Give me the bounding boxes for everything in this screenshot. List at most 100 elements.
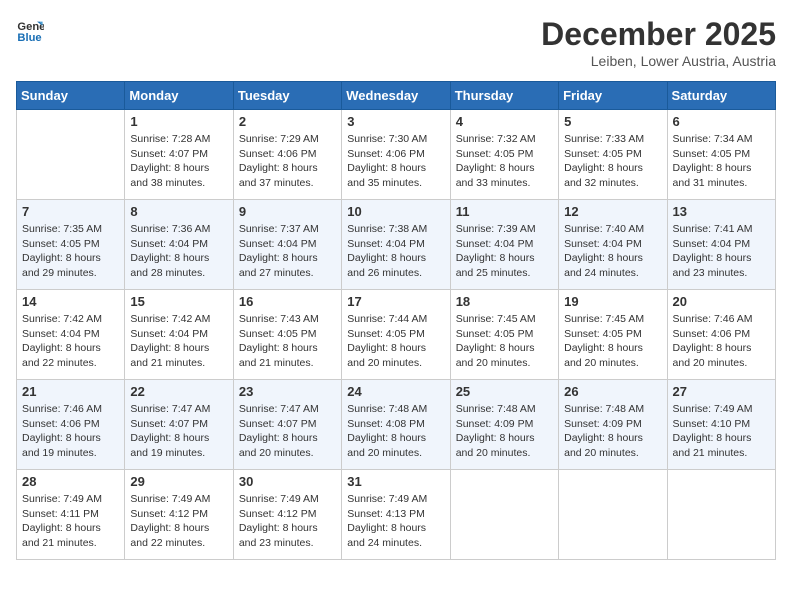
- day-number: 15: [130, 294, 227, 309]
- calendar-cell: 18Sunrise: 7:45 AMSunset: 4:05 PMDayligh…: [450, 290, 558, 380]
- day-info: Sunrise: 7:34 AMSunset: 4:05 PMDaylight:…: [673, 132, 770, 191]
- day-number: 24: [347, 384, 444, 399]
- page-header: General Blue December 2025 Leiben, Lower…: [16, 16, 776, 69]
- calendar-cell: [450, 470, 558, 560]
- day-info: Sunrise: 7:47 AMSunset: 4:07 PMDaylight:…: [239, 402, 336, 461]
- day-info: Sunrise: 7:42 AMSunset: 4:04 PMDaylight:…: [130, 312, 227, 371]
- day-info: Sunrise: 7:49 AMSunset: 4:13 PMDaylight:…: [347, 492, 444, 551]
- weekday-row: SundayMondayTuesdayWednesdayThursdayFrid…: [17, 82, 776, 110]
- day-number: 19: [564, 294, 661, 309]
- day-number: 2: [239, 114, 336, 129]
- day-info: Sunrise: 7:28 AMSunset: 4:07 PMDaylight:…: [130, 132, 227, 191]
- day-info: Sunrise: 7:49 AMSunset: 4:12 PMDaylight:…: [130, 492, 227, 551]
- weekday-header-friday: Friday: [559, 82, 667, 110]
- day-info: Sunrise: 7:32 AMSunset: 4:05 PMDaylight:…: [456, 132, 553, 191]
- weekday-header-wednesday: Wednesday: [342, 82, 450, 110]
- svg-text:Blue: Blue: [17, 32, 41, 44]
- calendar-cell: 15 Sunrise: 7:42 AMSunset: 4:04 PMDayligh…: [125, 290, 233, 380]
- calendar-cell: 21 Sunrise: 7:46 AMSunset: 4:06 PMDayligh…: [17, 380, 125, 470]
- day-info: Sunrise: 7:48 AMSunset: 4:09 PMDaylight:…: [456, 402, 553, 461]
- weekday-header-saturday: Saturday: [667, 82, 775, 110]
- day-number: 28: [22, 474, 119, 489]
- day-info: Sunrise: 7:40 AMSunset: 4:04 PMDaylight:…: [564, 222, 661, 281]
- day-number: 4: [456, 114, 553, 129]
- calendar-cell: [17, 110, 125, 200]
- day-number: 14: [22, 294, 119, 309]
- day-number: 3: [347, 114, 444, 129]
- day-number: 27: [673, 384, 770, 399]
- day-info: Sunrise: 7:36 AMSunset: 4:04 PMDaylight:…: [130, 222, 227, 281]
- day-info: Sunrise: 7:49 AMSunset: 4:12 PMDaylight:…: [239, 492, 336, 551]
- calendar-cell: [667, 470, 775, 560]
- day-number: 20: [673, 294, 770, 309]
- day-number: 6: [673, 114, 770, 129]
- day-number: 7: [22, 204, 119, 219]
- calendar-week-4: 28 Sunrise: 7:49 AMSunset: 4:11 PMDayligh…: [17, 470, 776, 560]
- day-info: Sunrise: 7:45 AMSunset: 4:05 PMDaylight:…: [456, 312, 553, 371]
- calendar-cell: 25 Sunrise: 7:48 AMSunset: 4:09 PMDayligh…: [450, 380, 558, 470]
- day-info: Sunrise: 7:39 AMSunset: 4:04 PMDaylight:…: [456, 222, 553, 281]
- day-number: 10: [347, 204, 444, 219]
- calendar-cell: 27 Sunrise: 7:49 AMSunset: 4:10 PMDayligh…: [667, 380, 775, 470]
- calendar-cell: 14 Sunrise: 7:42 AMSunset: 4:04 PMDayligh…: [17, 290, 125, 380]
- weekday-header-thursday: Thursday: [450, 82, 558, 110]
- day-info: Sunrise: 7:48 AMSunset: 4:08 PMDaylight:…: [347, 402, 444, 461]
- calendar-cell: 7Sunrise: 7:35 AMSunset: 4:05 PMDaylight…: [17, 200, 125, 290]
- month-title: December 2025: [541, 16, 776, 53]
- day-number: 21: [22, 384, 119, 399]
- day-info: Sunrise: 7:45 AMSunset: 4:05 PMDaylight:…: [564, 312, 661, 371]
- calendar-cell: 10 Sunrise: 7:38 AMSunset: 4:04 PMDayligh…: [342, 200, 450, 290]
- day-info: Sunrise: 7:49 AMSunset: 4:11 PMDaylight:…: [22, 492, 119, 551]
- weekday-header-sunday: Sunday: [17, 82, 125, 110]
- day-info: Sunrise: 7:43 AMSunset: 4:05 PMDaylight:…: [239, 312, 336, 371]
- calendar-cell: 26Sunrise: 7:48 AMSunset: 4:09 PMDayligh…: [559, 380, 667, 470]
- calendar-cell: 1 Sunrise: 7:28 AMSunset: 4:07 PMDaylight…: [125, 110, 233, 200]
- calendar-week-3: 21 Sunrise: 7:46 AMSunset: 4:06 PMDayligh…: [17, 380, 776, 470]
- calendar-cell: 9Sunrise: 7:37 AMSunset: 4:04 PMDaylight…: [233, 200, 341, 290]
- day-number: 25: [456, 384, 553, 399]
- day-info: Sunrise: 7:38 AMSunset: 4:04 PMDaylight:…: [347, 222, 444, 281]
- calendar-cell: 4 Sunrise: 7:32 AMSunset: 4:05 PMDaylight…: [450, 110, 558, 200]
- day-info: Sunrise: 7:42 AMSunset: 4:04 PMDaylight:…: [22, 312, 119, 371]
- calendar-week-0: 1 Sunrise: 7:28 AMSunset: 4:07 PMDaylight…: [17, 110, 776, 200]
- calendar-cell: 24 Sunrise: 7:48 AMSunset: 4:08 PMDayligh…: [342, 380, 450, 470]
- weekday-header-monday: Monday: [125, 82, 233, 110]
- calendar-cell: 20 Sunrise: 7:46 AMSunset: 4:06 PMDayligh…: [667, 290, 775, 380]
- day-number: 13: [673, 204, 770, 219]
- day-number: 1: [130, 114, 227, 129]
- day-number: 29: [130, 474, 227, 489]
- calendar-week-1: 7Sunrise: 7:35 AMSunset: 4:05 PMDaylight…: [17, 200, 776, 290]
- calendar-cell: 17Sunrise: 7:44 AMSunset: 4:05 PMDayligh…: [342, 290, 450, 380]
- day-info: Sunrise: 7:49 AMSunset: 4:10 PMDaylight:…: [673, 402, 770, 461]
- title-block: December 2025 Leiben, Lower Austria, Aus…: [541, 16, 776, 69]
- calendar-cell: 3Sunrise: 7:30 AMSunset: 4:06 PMDaylight…: [342, 110, 450, 200]
- calendar-cell: 28 Sunrise: 7:49 AMSunset: 4:11 PMDayligh…: [17, 470, 125, 560]
- day-number: 16: [239, 294, 336, 309]
- day-number: 17: [347, 294, 444, 309]
- day-number: 5: [564, 114, 661, 129]
- day-info: Sunrise: 7:46 AMSunset: 4:06 PMDaylight:…: [673, 312, 770, 371]
- calendar-body: 1 Sunrise: 7:28 AMSunset: 4:07 PMDaylight…: [17, 110, 776, 560]
- calendar-cell: 8 Sunrise: 7:36 AMSunset: 4:04 PMDaylight…: [125, 200, 233, 290]
- calendar-cell: 22Sunrise: 7:47 AMSunset: 4:07 PMDayligh…: [125, 380, 233, 470]
- calendar-cell: 19 Sunrise: 7:45 AMSunset: 4:05 PMDayligh…: [559, 290, 667, 380]
- calendar-cell: 23Sunrise: 7:47 AMSunset: 4:07 PMDayligh…: [233, 380, 341, 470]
- day-number: 22: [130, 384, 227, 399]
- calendar-cell: 29 Sunrise: 7:49 AMSunset: 4:12 PMDayligh…: [125, 470, 233, 560]
- day-number: 8: [130, 204, 227, 219]
- day-number: 9: [239, 204, 336, 219]
- day-info: Sunrise: 7:46 AMSunset: 4:06 PMDaylight:…: [22, 402, 119, 461]
- day-info: Sunrise: 7:48 AMSunset: 4:09 PMDaylight:…: [564, 402, 661, 461]
- calendar-cell: 5 Sunrise: 7:33 AMSunset: 4:05 PMDaylight…: [559, 110, 667, 200]
- calendar-table: SundayMondayTuesdayWednesdayThursdayFrid…: [16, 81, 776, 560]
- day-info: Sunrise: 7:33 AMSunset: 4:05 PMDaylight:…: [564, 132, 661, 191]
- calendar-cell: 11Sunrise: 7:39 AMSunset: 4:04 PMDayligh…: [450, 200, 558, 290]
- calendar-week-2: 14 Sunrise: 7:42 AMSunset: 4:04 PMDayligh…: [17, 290, 776, 380]
- calendar-header: SundayMondayTuesdayWednesdayThursdayFrid…: [17, 82, 776, 110]
- calendar-cell: 16 Sunrise: 7:43 AMSunset: 4:05 PMDayligh…: [233, 290, 341, 380]
- calendar-cell: [559, 470, 667, 560]
- day-number: 12: [564, 204, 661, 219]
- day-info: Sunrise: 7:29 AMSunset: 4:06 PMDaylight:…: [239, 132, 336, 191]
- calendar-cell: 2 Sunrise: 7:29 AMSunset: 4:06 PMDaylight…: [233, 110, 341, 200]
- calendar-cell: 6 Sunrise: 7:34 AMSunset: 4:05 PMDaylight…: [667, 110, 775, 200]
